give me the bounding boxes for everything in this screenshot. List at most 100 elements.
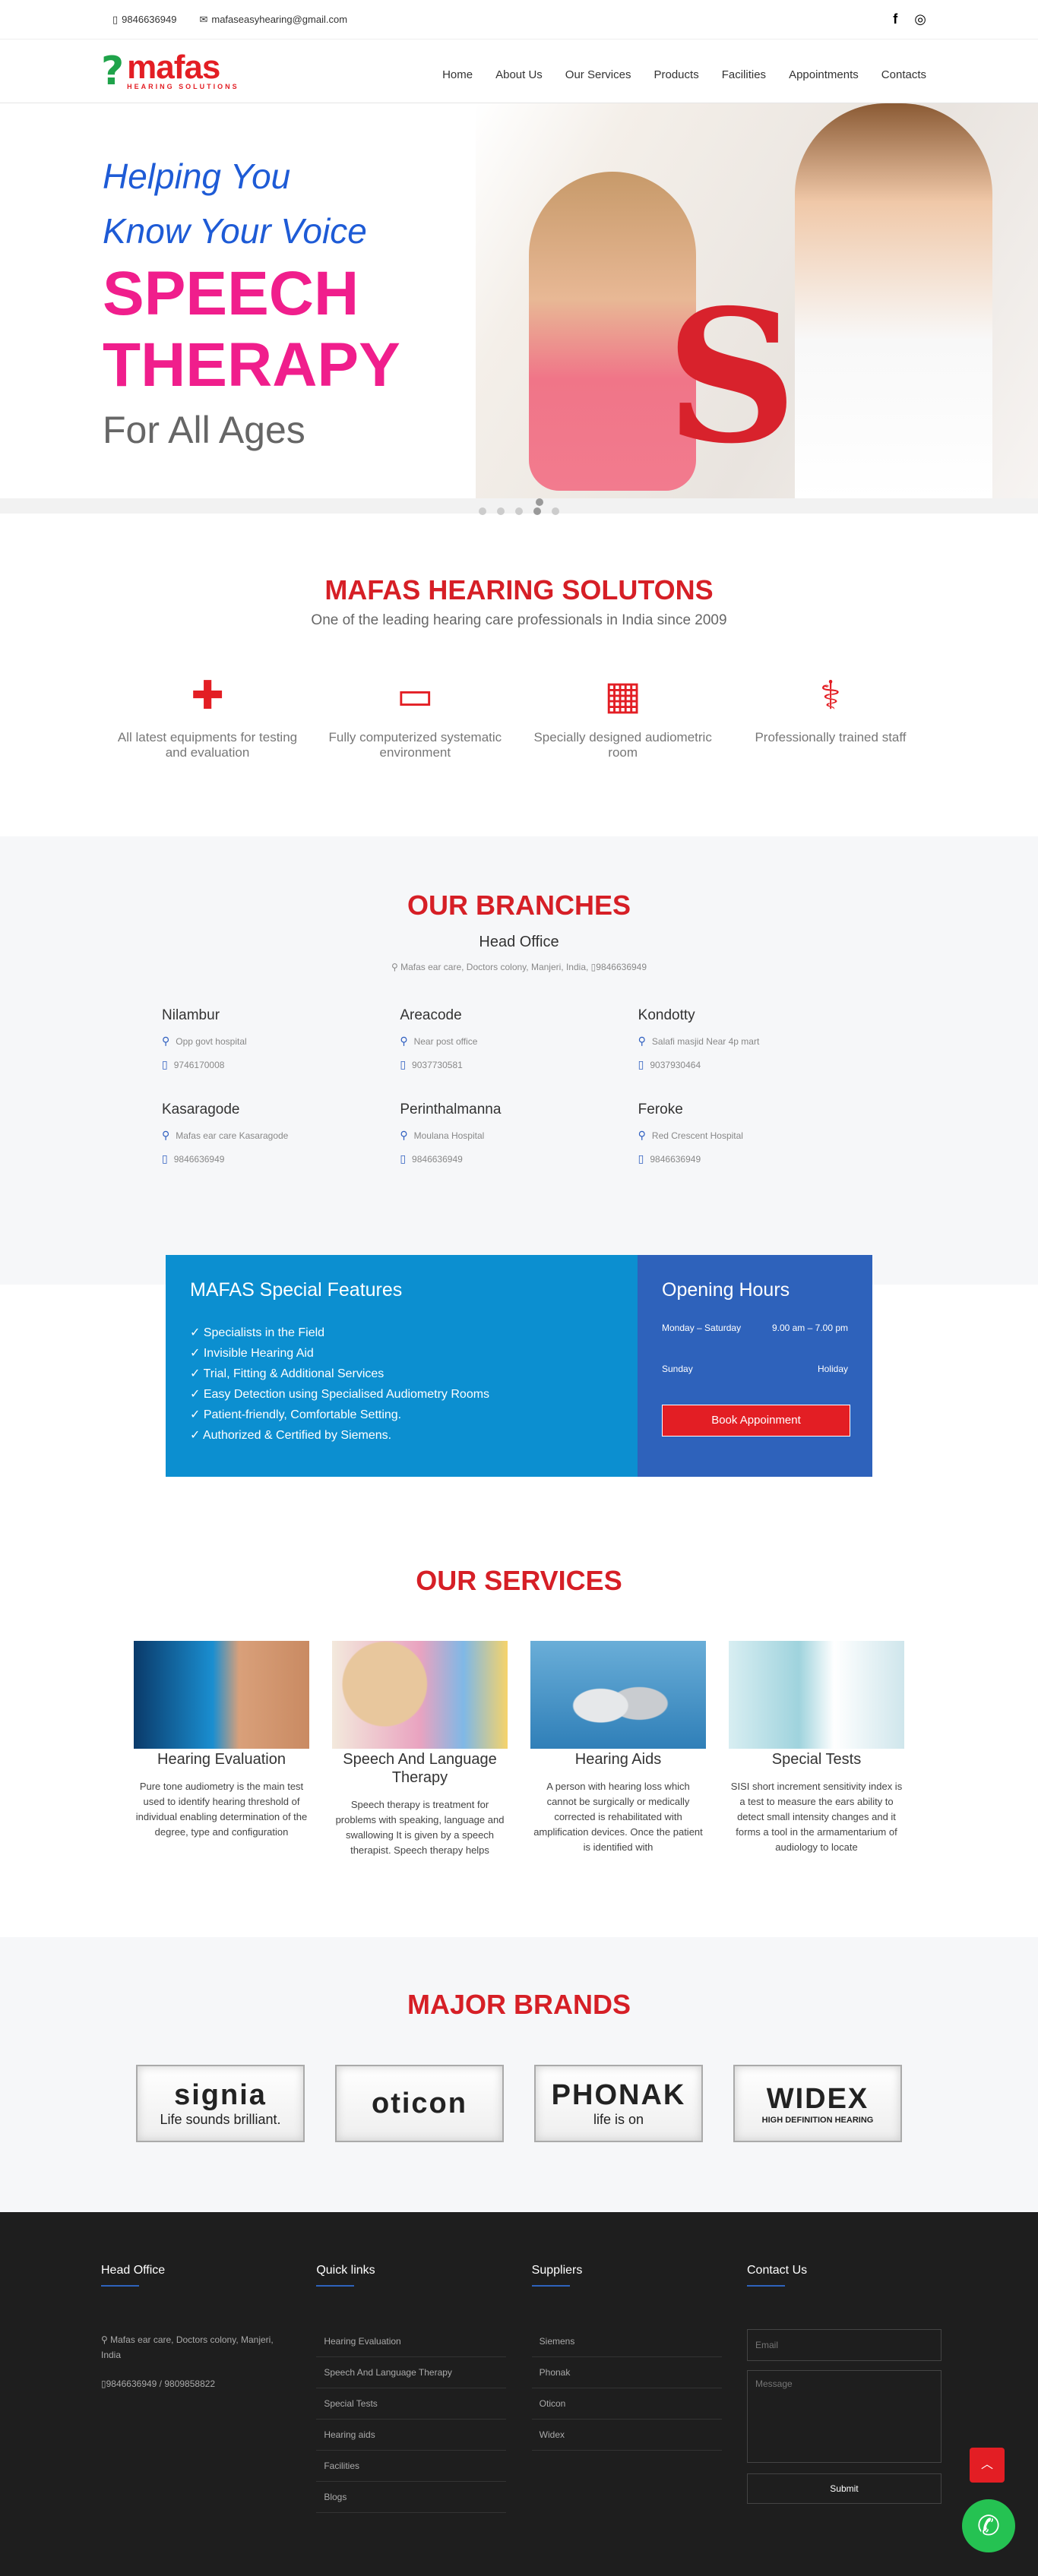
nav-facilities[interactable]: Facilities xyxy=(722,68,766,81)
map-pin-icon: ⚲ xyxy=(391,962,398,972)
slider-marker[interactable] xyxy=(536,498,543,506)
slider-dot[interactable] xyxy=(497,507,505,515)
site-logo[interactable]: ? mafas HEARING SOLUTIONS xyxy=(101,49,239,94)
supplier-link[interactable]: Siemens xyxy=(531,2326,722,2357)
footer-suppliers: Suppliers Siemens Phonak Oticon Widex xyxy=(531,2264,722,2513)
slider-dot[interactable] xyxy=(552,507,559,515)
branch-address: Near post office xyxy=(413,1035,478,1047)
footer-contact-title: Contact Us xyxy=(746,2264,937,2287)
scroll-to-top-button[interactable]: ︿ xyxy=(970,2448,1005,2483)
nav-about-us[interactable]: About Us xyxy=(495,68,543,81)
footer-head-office: Head Office ⚲ Mafas ear care, Doctors co… xyxy=(101,2264,291,2513)
branch-phone[interactable]: 9037930464 xyxy=(650,1060,701,1070)
whatsapp-button[interactable]: ✆ xyxy=(962,2499,1015,2552)
branch-phone[interactable]: 9846636949 xyxy=(174,1154,225,1165)
supplier-link[interactable]: Widex xyxy=(531,2420,722,2451)
service-card[interactable]: Hearing Aids A person with hearing loss … xyxy=(530,1641,706,1858)
logo-subtitle: HEARING SOLUTIONS xyxy=(127,83,239,90)
ear-logo-icon: ? xyxy=(101,49,125,94)
brand-logo-phonak[interactable]: PHONAK life is on xyxy=(534,2065,703,2142)
footer-address: ⚲ Mafas ear care, Doctors colony, Manjer… xyxy=(101,2334,274,2360)
nav-products[interactable]: Products xyxy=(654,68,699,81)
instagram-icon[interactable]: ◎ xyxy=(914,11,926,27)
service-card[interactable]: Hearing Evaluation Pure tone audiometry … xyxy=(134,1641,309,1858)
footer-link[interactable]: Hearing Evaluation xyxy=(316,2326,507,2357)
brand-logo-signia[interactable]: signia Life sounds brilliant. xyxy=(136,2065,305,2142)
branch-name: Perinthalmanna xyxy=(400,1102,502,1117)
nav-home[interactable]: Home xyxy=(442,68,473,81)
footer-quick-links-title: Quick links xyxy=(316,2264,506,2287)
branch-phone[interactable]: 9846636949 xyxy=(650,1154,701,1165)
branch-card: Feroke ⚲ Red Crescent Hospital ▯ 984663694… xyxy=(638,1102,876,1165)
footer-link[interactable]: Speech And Language Therapy xyxy=(316,2357,507,2388)
map-pin-icon: ⚲ xyxy=(101,2334,108,2345)
opening-hours-box: Opening Hours Monday – Saturday 9.00 am … xyxy=(638,1255,872,1477)
feature-text: Fully computerized systematic environmen… xyxy=(328,730,502,760)
slider-dot[interactable] xyxy=(479,507,486,515)
slider-dot-active[interactable] xyxy=(533,507,541,515)
top-bar: ▯ 9846636949 ✉ mafaseasyhearing@gmail.com … xyxy=(0,0,1038,40)
whatsapp-icon: ✆ xyxy=(976,2510,1001,2541)
service-name: Speech And Language Therapy xyxy=(343,1751,497,1786)
email-contact[interactable]: ✉ mafaseasyhearing@gmail.com xyxy=(199,14,347,26)
branch-name: Nilambur xyxy=(162,1007,220,1023)
special-feature-item: ✓ Authorized & Certified by Siemens. xyxy=(190,1429,392,1442)
footer-link[interactable]: Facilities xyxy=(316,2451,507,2482)
footer-quick-links: Quick links Hearing Evaluation Speech An… xyxy=(316,2264,507,2513)
service-description: A person with hearing loss which cannot … xyxy=(533,1781,703,1853)
phone-icon: ▯ xyxy=(638,1152,644,1165)
slider-dots xyxy=(0,507,1038,515)
branch-card: Kasaragode ⚲ Mafas ear care Kasaragode ▯ 9… xyxy=(162,1102,400,1165)
services-title: OUR SERVICES xyxy=(416,1565,622,1596)
branch-phone[interactable]: 9037730581 xyxy=(412,1060,463,1070)
slider-dot[interactable] xyxy=(515,507,523,515)
nav-appointments[interactable]: Appointments xyxy=(789,68,859,81)
envelope-icon: ✉ xyxy=(199,13,208,25)
map-pin-icon: ⚲ xyxy=(162,1035,170,1047)
supplier-link[interactable]: Phonak xyxy=(531,2357,722,2388)
contact-message-input[interactable] xyxy=(746,2370,941,2463)
about-title: MAFAS HEARING SOLUTONS xyxy=(324,574,714,605)
branch-address: Mafas ear care Kasaragode xyxy=(176,1130,289,1141)
phone-contact[interactable]: ▯ 9846636949 xyxy=(112,14,176,26)
supplier-link[interactable]: Oticon xyxy=(531,2388,722,2420)
service-description: Speech therapy is treatment for problems… xyxy=(335,1799,505,1856)
branch-card: Areacode ⚲ Near post office ▯ 9037730581 xyxy=(400,1007,638,1071)
nav-our-services[interactable]: Our Services xyxy=(565,68,631,81)
map-pin-icon: ⚲ xyxy=(400,1035,408,1047)
service-name: Hearing Evaluation xyxy=(157,1751,286,1768)
special-feature-item: ✓ Trial, Fitting & Additional Services xyxy=(190,1367,385,1380)
phone-icon: ▯ xyxy=(638,1058,644,1070)
feature-equipment: ✚ All latest equipments for testing and … xyxy=(116,671,299,760)
branches-section: OUR BRANCHES Head Office ⚲ Mafas ear car… xyxy=(0,836,1038,1285)
branch-phone[interactable]: 9746170008 xyxy=(174,1060,225,1070)
branch-name: Feroke xyxy=(638,1102,683,1117)
service-name: Special Tests xyxy=(771,1751,862,1768)
map-pin-icon: ⚲ xyxy=(638,1129,646,1141)
footer-link[interactable]: Hearing aids xyxy=(316,2420,507,2451)
email-address: mafaseasyhearing@gmail.com xyxy=(211,14,348,25)
phone-icon: ▯ xyxy=(112,13,119,25)
about-section: MAFAS HEARING SOLUTONS One of the leadin… xyxy=(0,514,1038,836)
book-appointment-button[interactable]: Book Appoinment xyxy=(662,1405,850,1437)
footer-link[interactable]: Special Tests xyxy=(316,2388,507,2420)
facebook-icon[interactable]: f xyxy=(893,11,897,27)
doctor-icon: ⚕ xyxy=(819,674,842,718)
service-card[interactable]: Special Tests SISI short increment sensi… xyxy=(729,1641,904,1858)
nav-contacts[interactable]: Contacts xyxy=(881,68,926,81)
phone-number: 9846636949 xyxy=(122,14,177,25)
contact-email-input[interactable] xyxy=(746,2329,941,2361)
hero-image: S xyxy=(476,103,1038,498)
service-card[interactable]: Speech And Language Therapy Speech thera… xyxy=(332,1641,508,1858)
special-features-title: MAFAS Special Features xyxy=(190,1279,403,1301)
branch-phone[interactable]: 9846636949 xyxy=(412,1154,463,1165)
brand-logo-widex[interactable]: WIDEX HIGH DEFINITION HEARING xyxy=(733,2065,902,2142)
brand-logo-oticon[interactable]: oticon xyxy=(335,2065,504,2142)
brands-section: MAJOR BRANDS signia Life sounds brillian… xyxy=(0,1937,1038,2212)
footer-link[interactable]: Blogs xyxy=(316,2482,507,2513)
contact-submit-button[interactable]: Submit xyxy=(746,2473,941,2504)
special-feature-item: ✓ Patient-friendly, Comfortable Setting. xyxy=(190,1408,402,1421)
feature-audiometric-room: ▦ Specially designed audiometric room xyxy=(532,671,714,760)
special-features-box: MAFAS Special Features ✓ Specialists in … xyxy=(166,1255,638,1477)
branch-name: Kasaragode xyxy=(162,1102,240,1117)
